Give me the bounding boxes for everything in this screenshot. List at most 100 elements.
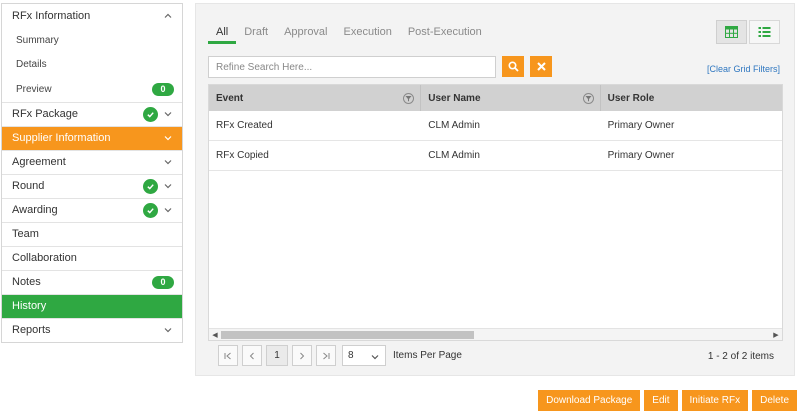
notes-count-badge: 0 bbox=[152, 275, 174, 289]
grid-pager: 1 8 Items Per Page bbox=[218, 345, 462, 366]
clear-search-button[interactable] bbox=[530, 56, 552, 77]
table-row[interactable]: RFx Created CLM Admin Primary Owner bbox=[209, 111, 782, 141]
list-view-button[interactable] bbox=[749, 20, 780, 44]
history-tabs: All Draft Approval Execution Post-Execut… bbox=[208, 26, 490, 44]
last-page-button[interactable] bbox=[316, 345, 336, 366]
chevron-down-icon bbox=[369, 351, 381, 363]
items-per-page-label: Items Per Page bbox=[393, 350, 462, 361]
history-panel: All Draft Approval Execution Post-Execut… bbox=[195, 3, 795, 376]
current-page-number[interactable]: 1 bbox=[266, 345, 288, 366]
sidebar-item-label: Collaboration bbox=[12, 252, 77, 264]
scroll-right-arrow-icon[interactable]: ▶ bbox=[772, 331, 780, 339]
clear-grid-filters-link[interactable]: [Clear Grid Filters] bbox=[707, 64, 780, 74]
delete-button[interactable]: Delete bbox=[752, 390, 797, 411]
sidebar-item-label: Awarding bbox=[12, 204, 58, 216]
tab-approval[interactable]: Approval bbox=[276, 26, 335, 44]
sidebar-item-label: RFx Package bbox=[12, 108, 79, 120]
sidebar-item-history[interactable]: History bbox=[2, 293, 182, 318]
sidebar-item-label: History bbox=[12, 300, 47, 312]
tab-execution[interactable]: Execution bbox=[336, 26, 400, 44]
cell-event: RFx Created bbox=[216, 120, 273, 131]
history-grid: Event User Name User Role RFx Created CL… bbox=[208, 84, 783, 341]
first-page-button[interactable] bbox=[218, 345, 238, 366]
column-header-user-role[interactable]: User Role bbox=[601, 85, 782, 111]
page-size-value: 8 bbox=[348, 350, 354, 361]
filter-icon[interactable] bbox=[582, 93, 594, 104]
sidebar-item-team[interactable]: Team bbox=[2, 221, 182, 246]
sidebar-item-label: Preview bbox=[16, 83, 52, 95]
rfx-sidebar: RFx Information Summary Details Preview … bbox=[1, 3, 183, 343]
list-view-icon bbox=[758, 27, 771, 37]
search-button[interactable] bbox=[502, 56, 524, 77]
sidebar-item-label: Round bbox=[12, 180, 45, 192]
sidebar-section-label: RFx Information bbox=[12, 10, 91, 22]
sidebar-item-awarding[interactable]: Awarding bbox=[2, 197, 182, 222]
sidebar-item-label: Agreement bbox=[12, 156, 66, 168]
tab-draft[interactable]: Draft bbox=[236, 26, 276, 44]
sidebar-item-details[interactable]: Details bbox=[2, 53, 182, 78]
sidebar-item-summary[interactable]: Summary bbox=[2, 28, 182, 53]
sidebar-item-agreement[interactable]: Agreement bbox=[2, 149, 182, 174]
grid-header: Event User Name User Role bbox=[209, 85, 782, 111]
scroll-left-arrow-icon[interactable]: ◀ bbox=[211, 331, 219, 339]
column-header-label: Event bbox=[216, 92, 244, 104]
check-circle-icon bbox=[143, 202, 158, 218]
next-page-button[interactable] bbox=[292, 345, 312, 366]
cell-user-name: CLM Admin bbox=[428, 120, 480, 131]
initiate-rfx-button[interactable]: Initiate RFx bbox=[681, 390, 749, 411]
view-toggle bbox=[716, 20, 780, 44]
tab-post-execution[interactable]: Post-Execution bbox=[400, 26, 490, 44]
cell-user-role: Primary Owner bbox=[607, 150, 675, 161]
chevron-left-icon bbox=[249, 352, 254, 359]
sidebar-item-label: Summary bbox=[16, 34, 59, 46]
chevron-down-icon bbox=[162, 324, 174, 336]
search-icon bbox=[507, 61, 519, 72]
first-page-icon bbox=[224, 352, 231, 359]
cell-event: RFx Copied bbox=[216, 150, 269, 161]
chevron-right-icon bbox=[300, 352, 305, 359]
sidebar-item-reports[interactable]: Reports bbox=[2, 317, 182, 342]
sidebar-item-label: Notes bbox=[12, 276, 41, 288]
tab-all[interactable]: All bbox=[208, 26, 237, 44]
scrollbar-thumb[interactable] bbox=[221, 331, 474, 339]
grid-view-icon bbox=[725, 26, 738, 38]
column-header-user-name[interactable]: User Name bbox=[421, 85, 601, 111]
check-circle-icon bbox=[143, 178, 158, 194]
last-page-icon bbox=[323, 352, 330, 359]
filter-icon[interactable] bbox=[403, 93, 415, 104]
horizontal-scrollbar[interactable]: ◀ ▶ bbox=[209, 328, 782, 340]
column-header-event[interactable]: Event bbox=[209, 85, 422, 111]
close-icon bbox=[536, 62, 546, 71]
column-header-label: User Name bbox=[428, 92, 481, 104]
sidebar-item-preview[interactable]: Preview 0 bbox=[2, 77, 182, 102]
chevron-down-icon bbox=[162, 132, 174, 144]
chevron-down-icon bbox=[162, 156, 174, 168]
sidebar-item-label: Supplier Information bbox=[12, 132, 111, 144]
edit-button[interactable]: Edit bbox=[644, 390, 678, 411]
sidebar-item-rfx-package[interactable]: RFx Package bbox=[2, 101, 182, 126]
sidebar-item-round[interactable]: Round bbox=[2, 173, 182, 198]
grid-view-button[interactable] bbox=[716, 20, 747, 44]
chevron-down-icon bbox=[162, 108, 174, 120]
sidebar-item-supplier-information[interactable]: Supplier Information bbox=[2, 125, 182, 150]
sidebar-item-label: Details bbox=[16, 59, 47, 71]
items-count: 1 - 2 of 2 items bbox=[707, 351, 774, 362]
column-header-label: User Role bbox=[607, 92, 655, 104]
cell-user-role: Primary Owner bbox=[607, 120, 675, 131]
table-row[interactable]: RFx Copied CLM Admin Primary Owner bbox=[209, 141, 782, 171]
search-input[interactable] bbox=[208, 56, 496, 78]
sidebar-item-notes[interactable]: Notes 0 bbox=[2, 269, 182, 294]
cell-user-name: CLM Admin bbox=[428, 150, 480, 161]
sidebar-item-collaboration[interactable]: Collaboration bbox=[2, 245, 182, 270]
chevron-down-icon bbox=[162, 180, 174, 192]
action-bar: Download Package Edit Initiate RFx Delet… bbox=[538, 390, 797, 411]
previous-page-button[interactable] bbox=[242, 345, 262, 366]
sidebar-item-label: Team bbox=[12, 228, 39, 240]
sidebar-item-label: Reports bbox=[12, 324, 51, 336]
download-package-button[interactable]: Download Package bbox=[538, 390, 641, 411]
page-size-select[interactable]: 8 bbox=[342, 345, 386, 366]
check-circle-icon bbox=[143, 106, 158, 122]
chevron-down-icon bbox=[162, 204, 174, 216]
chevron-up-icon bbox=[162, 10, 174, 22]
sidebar-section-rfx-information[interactable]: RFx Information bbox=[2, 4, 182, 28]
